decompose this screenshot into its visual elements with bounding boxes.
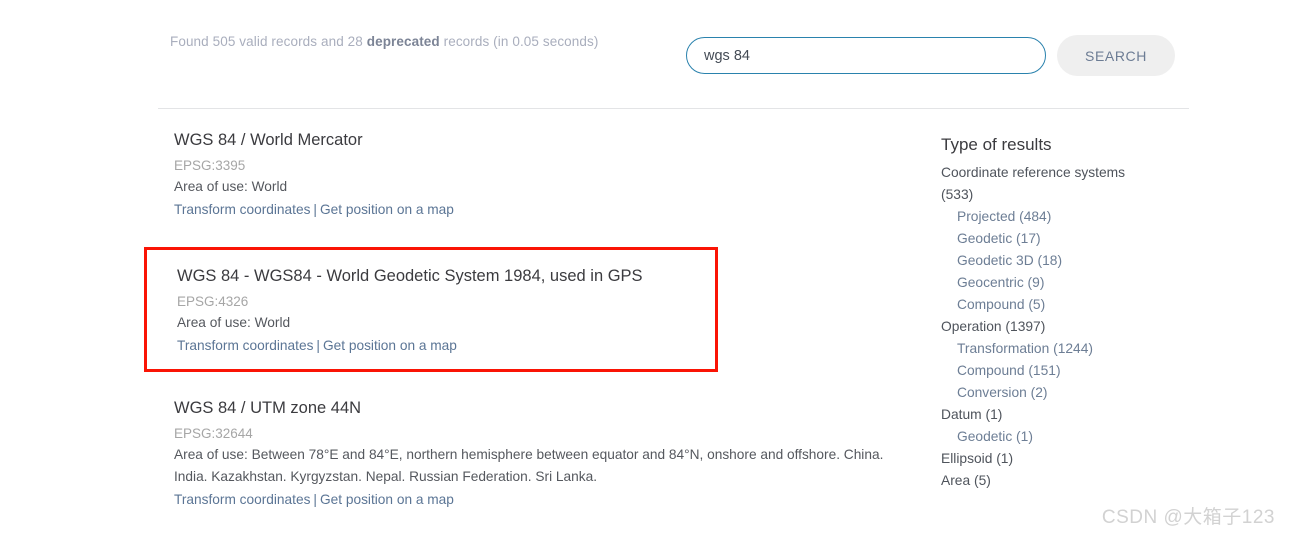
facet-projected[interactable]: Projected (484) — [941, 206, 1181, 228]
result-area-of-use: Area of use: World — [177, 315, 291, 330]
facets-title: Type of results — [941, 135, 1052, 154]
search-input[interactable] — [686, 37, 1046, 74]
result-links: Transform coordinates | Get position on a … — [177, 335, 700, 357]
header-divider — [158, 108, 1189, 109]
result-epsg-code: EPSG:3395 — [174, 158, 246, 173]
search-form: SEARCH — [686, 35, 1175, 76]
link-separator: | — [313, 492, 317, 507]
results-stats: Found 505 valid records and 28 deprecate… — [170, 34, 598, 49]
csdn-watermark: CSDN @大箱子123 — [1101, 507, 1275, 528]
facet-geodetic[interactable]: Geodetic (17) — [941, 228, 1181, 250]
result-links: Transform coordinates | Get position on a … — [174, 489, 904, 511]
transform-coordinates-link[interactable]: Transform coordinates — [174, 202, 310, 217]
result-title[interactable]: WGS 84 / UTM zone 44N — [174, 396, 904, 420]
search-result-item-highlighted[interactable]: WGS 84 - WGS84 - World Geodetic System 1… — [144, 247, 718, 372]
search-results-list: WGS 84 / World Mercator EPSG:3395 Area o… — [144, 128, 904, 507]
search-result-item[interactable]: WGS 84 / World Mercator EPSG:3395 Area o… — [174, 128, 904, 221]
search-result-item[interactable]: WGS 84 / UTM zone 44N EPSG:32644 Area of… — [174, 396, 904, 511]
result-epsg-code: EPSG:32644 — [174, 426, 253, 441]
search-header: Found 505 valid records and 28 deprecate… — [0, 0, 1289, 108]
facet-transformation[interactable]: Transformation (1244) — [941, 338, 1181, 360]
facets-sidebar: Type of results Coordinate reference sys… — [941, 132, 1181, 492]
stats-deprecated-word: deprecated — [366, 34, 440, 49]
stats-prefix: Found 505 valid records and 28 — [170, 34, 367, 49]
facet-conversion[interactable]: Conversion (2) — [941, 382, 1181, 404]
transform-coordinates-link[interactable]: Transform coordinates — [177, 338, 313, 353]
facet-coordinate-reference-systems[interactable]: Coordinate reference systems (533) — [941, 162, 1146, 206]
result-epsg-code: EPSG:4326 — [177, 294, 249, 309]
result-area-of-use: Area of use: World — [174, 179, 288, 194]
get-position-on-map-link[interactable]: Get position on a map — [323, 338, 457, 353]
result-links: Transform coordinates | Get position on a … — [174, 199, 904, 221]
search-button[interactable]: SEARCH — [1057, 35, 1175, 76]
facet-operation[interactable]: Operation (1397) — [941, 316, 1146, 338]
result-title[interactable]: WGS 84 / World Mercator — [174, 128, 904, 152]
facet-datum-geodetic[interactable]: Geodetic (1) — [941, 426, 1181, 448]
facet-area[interactable]: Area (5) — [941, 470, 1146, 492]
facet-compound-crs[interactable]: Compound (5) — [941, 294, 1181, 316]
transform-coordinates-link[interactable]: Transform coordinates — [174, 492, 310, 507]
facet-compound-operation[interactable]: Compound (151) — [941, 360, 1181, 382]
result-area-of-use: Area of use: Between 78°E and 84°E, nort… — [174, 447, 884, 484]
stats-suffix: records (in 0.05 seconds) — [439, 34, 599, 49]
facet-geodetic-3d[interactable]: Geodetic 3D (18) — [941, 250, 1181, 272]
facet-geocentric[interactable]: Geocentric (9) — [941, 272, 1181, 294]
facet-ellipsoid[interactable]: Ellipsoid (1) — [941, 448, 1146, 470]
facet-datum[interactable]: Datum (1) — [941, 404, 1146, 426]
get-position-on-map-link[interactable]: Get position on a map — [320, 492, 454, 507]
link-separator: | — [316, 338, 320, 353]
link-separator: | — [313, 202, 317, 217]
result-title[interactable]: WGS 84 - WGS84 - World Geodetic System 1… — [177, 264, 700, 288]
get-position-on-map-link[interactable]: Get position on a map — [320, 202, 454, 217]
